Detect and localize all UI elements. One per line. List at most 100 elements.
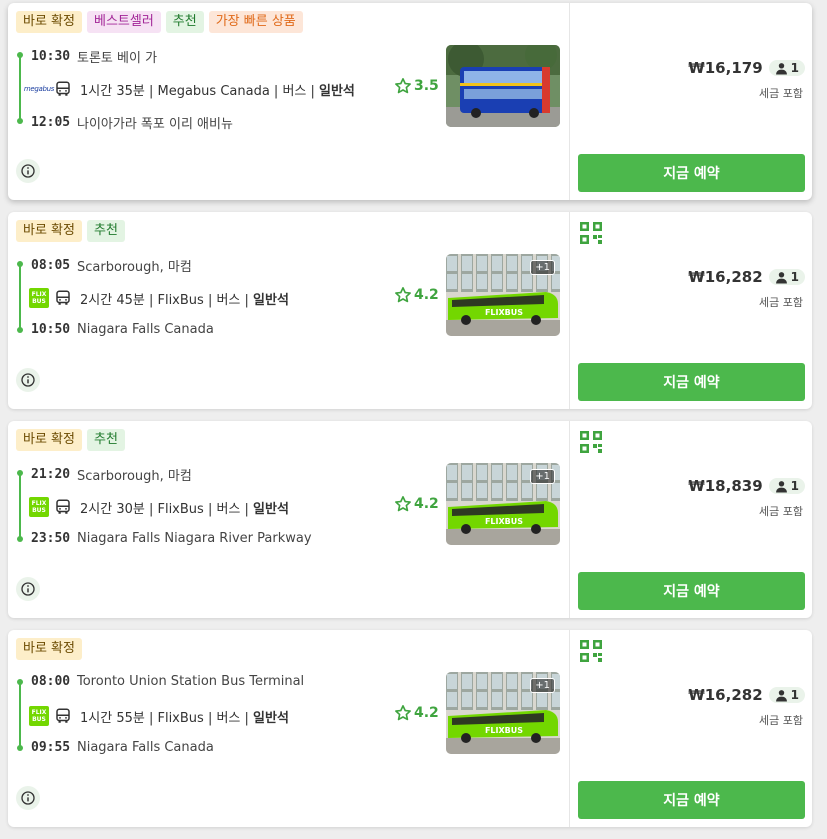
book-now-button[interactable]: 지금 예약 — [578, 781, 805, 819]
trip-summary-row: megabus 1시간 35분 | Megabus Canada | 버스 | … — [24, 79, 355, 99]
trip-card[interactable]: 바로 확정추천 21:20 Scarborough, 마컴 FLIXBUS — [8, 421, 812, 618]
star-icon — [395, 705, 411, 721]
separator: | — [240, 501, 254, 517]
seat-class: 일반석 — [319, 83, 355, 99]
rating-value: 4.2 — [414, 705, 439, 721]
booking-panel: ₩16,282 1 세금 포함 지금 예약 — [569, 630, 812, 827]
book-now-button[interactable]: 지금 예약 — [578, 154, 805, 192]
qr-code-icon — [580, 640, 602, 662]
tax-note: 세금 포함 — [759, 87, 803, 100]
badge-rec: 추천 — [86, 429, 125, 451]
flixbus-logo: FLIX BUS — [29, 288, 49, 308]
operator-logo: megabus — [24, 79, 55, 99]
flixbus-logo: FLIX BUS — [29, 497, 49, 517]
arrival-time: 09:55 — [31, 740, 71, 755]
badge-instant: 바로 확정 — [16, 11, 82, 33]
departure-dot — [17, 261, 23, 267]
trip-summary: 1시간 35분 | Megabus Canada | 버스 | 일반석 — [80, 80, 355, 99]
passenger-count[interactable]: 1 — [768, 60, 805, 76]
badge-instant: 바로 확정 — [16, 220, 82, 242]
separator: | — [269, 83, 283, 99]
trip-card[interactable]: 바로 확정추천 08:05 Scarborough, 마컴 FLIXBUS — [8, 212, 812, 409]
booking-panel: ₩16,282 1 세금 포함 지금 예약 — [569, 212, 812, 409]
info-icon[interactable] — [16, 368, 40, 392]
price: ₩16,179 — [688, 59, 763, 77]
arrival-time: 10:50 — [31, 322, 71, 337]
arrival-time: 12:05 — [31, 115, 71, 130]
trip-summary: 1시간 55분 | FlixBus | 버스 | 일반석 — [80, 707, 289, 726]
bus-photo[interactable] — [446, 45, 560, 127]
person-icon — [775, 271, 787, 283]
bus-icon — [56, 290, 70, 305]
departure-place: Scarborough, 마컴 — [77, 260, 192, 275]
arrival-row: 12:05 나이아가라 폭포 이리 애비뉴 — [31, 113, 233, 132]
rating-value: 4.2 — [414, 496, 439, 512]
route-timeline — [17, 261, 23, 333]
trip-card[interactable]: 바로 확정 08:00 Toronto Union Station Bus Te… — [8, 630, 812, 827]
tax-note: 세금 포함 — [759, 296, 803, 309]
passenger-count[interactable]: 1 — [768, 269, 805, 285]
trip-summary-row: FLIX BUS 1시간 55분 | FlixBus | 버스 | 일반석 — [28, 706, 289, 726]
person-icon — [775, 480, 787, 492]
operator-name: FlixBus — [157, 501, 204, 517]
route-timeline — [17, 679, 23, 751]
svg-text:FLIXBUS: FLIXBUS — [485, 517, 523, 526]
arrival-place: 나이아가라 폭포 이리 애비뉴 — [77, 117, 233, 132]
departure-row: 08:05 Scarborough, 마컴 — [31, 256, 192, 275]
rating[interactable]: 4.2 — [394, 704, 439, 722]
route-timeline — [17, 470, 23, 542]
info-icon[interactable] — [16, 786, 40, 810]
operator-name: Megabus Canada — [157, 83, 270, 99]
trip-details: 바로 확정 베스트셀러 추천 가장 빠른 상품 10:30 토론토 베이 가 mega… — [8, 3, 568, 200]
departure-place: Toronto Union Station Bus Terminal — [77, 674, 305, 689]
bus-photo[interactable]: FLIXBUS +1 — [446, 254, 560, 336]
departure-row: 21:20 Scarborough, 마컴 — [31, 465, 192, 484]
departure-row: 10:30 토론토 베이 가 — [31, 47, 157, 66]
info-icon[interactable] — [16, 159, 40, 183]
person-icon — [775, 62, 787, 74]
separator: | — [144, 292, 158, 308]
bus-photo[interactable]: FLIXBUS +1 — [446, 463, 560, 545]
trip-details: 바로 확정추천 21:20 Scarborough, 마컴 FLIXBUS — [8, 421, 568, 618]
book-now-button[interactable]: 지금 예약 — [578, 572, 805, 610]
trip-summary: 2시간 30분 | FlixBus | 버스 | 일반석 — [80, 498, 289, 517]
separator: | — [144, 83, 158, 99]
operator-logo: FLIX BUS — [28, 497, 50, 517]
book-now-button[interactable]: 지금 예약 — [578, 363, 805, 401]
megabus-bus-image — [446, 45, 560, 127]
rating[interactable]: 3.5 — [394, 77, 439, 95]
arrival-dot — [17, 536, 23, 542]
route-line — [19, 682, 21, 748]
info-icon[interactable] — [16, 577, 40, 601]
separator: | — [240, 710, 254, 726]
price-row: ₩16,179 1 — [688, 59, 805, 77]
arrival-dot — [17, 745, 23, 751]
star-icon — [395, 78, 411, 94]
arrival-place: Niagara Falls Canada — [77, 740, 214, 755]
separator: | — [203, 292, 217, 308]
arrival-row: 09:55 Niagara Falls Canada — [31, 740, 214, 755]
rating[interactable]: 4.2 — [394, 286, 439, 304]
rating[interactable]: 4.2 — [394, 495, 439, 513]
more-photos-badge[interactable]: +1 — [530, 469, 555, 484]
bus-icon — [56, 81, 70, 96]
departure-place: Scarborough, 마컴 — [77, 469, 192, 484]
separator: | — [203, 710, 217, 726]
more-photos-badge[interactable]: +1 — [530, 678, 555, 693]
separator: | — [203, 501, 217, 517]
tax-note: 세금 포함 — [759, 505, 803, 518]
departure-time: 08:00 — [31, 674, 71, 689]
passenger-number: 1 — [790, 479, 799, 493]
passenger-number: 1 — [790, 688, 799, 702]
seat-class: 일반석 — [253, 710, 289, 726]
route-line — [19, 264, 21, 330]
departure-time: 10:30 — [31, 49, 71, 64]
trip-details: 바로 확정 08:00 Toronto Union Station Bus Te… — [8, 630, 568, 827]
passenger-count[interactable]: 1 — [768, 478, 805, 494]
more-photos-badge[interactable]: +1 — [530, 260, 555, 275]
star-icon — [395, 496, 411, 512]
bus-photo[interactable]: FLIXBUS +1 — [446, 672, 560, 754]
trip-card[interactable]: 바로 확정 베스트셀러 추천 가장 빠른 상품 10:30 토론토 베이 가 mega… — [8, 3, 812, 200]
passenger-count[interactable]: 1 — [768, 687, 805, 703]
bus-icon — [56, 499, 70, 514]
